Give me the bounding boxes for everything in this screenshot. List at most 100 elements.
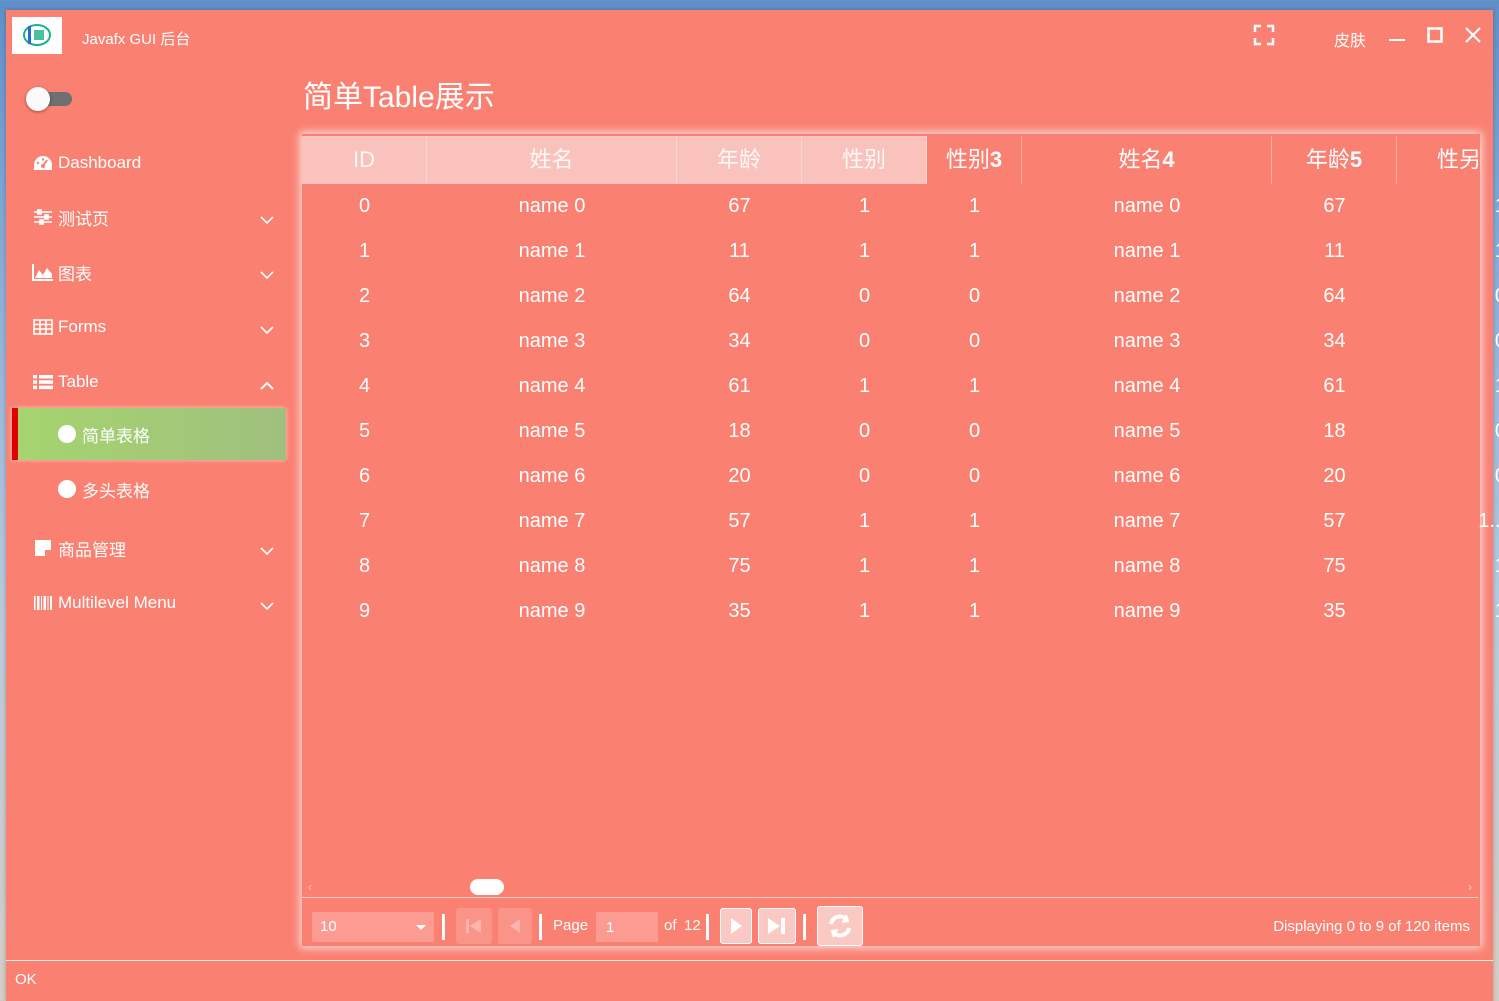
table-cell: 0	[858, 420, 871, 442]
sidebar-item-label: 商品管理	[58, 540, 126, 560]
table-row[interactable]: 1name 11111name 1111	[302, 229, 1499, 274]
page-label: Page	[553, 917, 589, 934]
table-cell: 1	[1397, 184, 1499, 229]
table-cell: 1	[968, 510, 981, 532]
column-header-id[interactable]: ID	[302, 136, 427, 184]
theme-toggle[interactable]	[26, 87, 74, 111]
page-size-select[interactable]: 10	[312, 912, 434, 942]
sidebar-item-product-management[interactable]: 商品管理	[12, 523, 286, 573]
table-cell: 1	[358, 240, 371, 262]
chevron-down-icon	[260, 265, 274, 285]
sidebar-item-forms[interactable]: Forms	[12, 302, 286, 352]
minimize-icon[interactable]	[1388, 28, 1406, 47]
sidebar-item-label: 多头表格	[82, 481, 150, 501]
maximize-icon[interactable]	[1427, 27, 1443, 48]
table-cell: 61	[1323, 375, 1346, 397]
app-logo	[12, 17, 62, 54]
table-cell: 8	[358, 555, 371, 577]
table-cell: 3	[358, 330, 371, 352]
table-row[interactable]: 6 name 6 20 0 0 name 6 20 0	[302, 454, 1499, 499]
table-cell: 0	[1397, 274, 1499, 319]
pager-separator	[803, 914, 806, 940]
table-row[interactable]: 7 name 7 57 1 1 name 7 57 1...	[302, 499, 1499, 544]
sliders-icon	[32, 208, 54, 226]
chevron-down-icon	[260, 320, 274, 340]
circle-icon	[58, 425, 76, 443]
table-cell: name 4	[518, 375, 586, 397]
table-cell: 4	[358, 375, 371, 397]
sidebar-item-label: Multilevel Menu	[58, 593, 177, 612]
sidebar-item-charts[interactable]: 图表	[12, 247, 286, 297]
column-header-gender-truncated[interactable]: 性另	[1397, 136, 1478, 184]
table-row[interactable]: 8 name 8 75 1 1 name 8 75 1	[302, 544, 1499, 589]
table-grid-icon	[32, 318, 54, 336]
scrollbar-thumb[interactable]	[470, 879, 504, 895]
column-header-gender-3[interactable]: 性别3	[927, 136, 1022, 184]
table-cell: 0	[858, 465, 871, 487]
last-page-button[interactable]	[758, 908, 796, 944]
table-cell: 35	[728, 600, 751, 622]
table-cell: name 3	[1113, 330, 1181, 352]
sidebar-item-test-page[interactable]: 测试页	[12, 192, 286, 242]
page-number-input[interactable]	[596, 912, 658, 942]
pager-separator	[706, 914, 709, 940]
pagination-bar: 10 Page of 12	[302, 900, 1478, 950]
of-label: of	[664, 917, 677, 934]
table-cell: 1...	[1478, 510, 1499, 532]
table-cell: 1	[968, 375, 981, 397]
table-cell: name 9	[518, 600, 586, 622]
table-row[interactable]: 2 name 2 64 0 0 name 2 64 0	[302, 274, 1499, 319]
first-page-icon	[466, 919, 481, 933]
next-page-button[interactable]	[720, 908, 752, 944]
column-header-age-5[interactable]: 年龄5	[1272, 136, 1397, 184]
sticky-note-icon	[32, 539, 54, 557]
refresh-icon	[829, 914, 851, 938]
table-row[interactable]: 9 name 9 35 1 1 name 9 35 1	[302, 589, 1499, 634]
table-cell: 0	[1397, 454, 1499, 499]
fullscreen-icon[interactable]	[1253, 24, 1275, 51]
scroll-right-icon[interactable]: ›	[1468, 880, 1472, 894]
table-row[interactable]: 3 name 3 34 0 0 name 3 34 0	[302, 319, 1499, 364]
table-cell: 67	[1323, 195, 1346, 217]
sidebar-item-dashboard[interactable]: Dashboard	[12, 138, 286, 188]
column-header-age[interactable]: 年龄	[677, 136, 802, 184]
column-header-name[interactable]: 姓名	[427, 136, 677, 184]
table-cell: 1	[858, 375, 871, 397]
close-icon[interactable]	[1465, 27, 1481, 48]
column-header-name-4[interactable]: 姓名4	[1022, 136, 1272, 184]
table-row[interactable]: 4 name 4 61 1 1 name 4 61 1	[302, 364, 1499, 409]
table-cell: name 5	[1113, 420, 1181, 442]
table-cell: 0	[968, 330, 981, 352]
horizontal-scrollbar[interactable]: ‹ ›	[302, 876, 1478, 896]
first-page-button[interactable]	[456, 908, 492, 944]
table-cell: 7	[358, 510, 371, 532]
sidebar-subitem-simple-table[interactable]: 简单表格	[12, 408, 286, 460]
title-bar: Javafx GUI 后台 皮肤	[6, 10, 1493, 62]
dashboard-icon	[32, 154, 54, 172]
table-cell: 11	[729, 240, 750, 262]
table-row[interactable]: 0 name 0 67 1 1 name 0 67 1	[302, 184, 1499, 229]
total-pages: 12	[684, 917, 701, 934]
prev-page-button[interactable]	[498, 908, 532, 944]
table-header: ID 姓名 年龄 性别 性别3 姓名4 年龄5 性另	[302, 136, 1478, 184]
table-cell: 5	[358, 420, 371, 442]
sidebar-item-multilevel-menu[interactable]: Multilevel Menu	[12, 578, 286, 628]
table-cell: name 8	[518, 555, 586, 577]
sidebar-subitem-multi-header-table[interactable]: 多头表格	[12, 463, 286, 515]
table-cell: 1	[1397, 364, 1499, 409]
sidebar-item-table[interactable]: Table	[12, 357, 286, 407]
table-cell: 6	[358, 465, 371, 487]
table-cell: name 6	[1113, 465, 1181, 487]
table-cell: 9	[358, 600, 371, 622]
table-cell: name 5	[518, 420, 586, 442]
table-cell: 18	[1323, 420, 1346, 442]
chevron-up-icon	[260, 375, 274, 395]
status-divider	[6, 960, 1493, 961]
circle-icon	[58, 480, 76, 498]
column-header-gender[interactable]: 性别	[802, 136, 927, 184]
scroll-left-icon[interactable]: ‹	[308, 880, 312, 894]
table-row[interactable]: 5 name 5 18 0 0 name 5 18 0	[302, 409, 1499, 454]
skin-button[interactable]: 皮肤	[1334, 27, 1366, 51]
page-size-value: 10	[320, 918, 337, 935]
refresh-button[interactable]	[817, 906, 863, 946]
